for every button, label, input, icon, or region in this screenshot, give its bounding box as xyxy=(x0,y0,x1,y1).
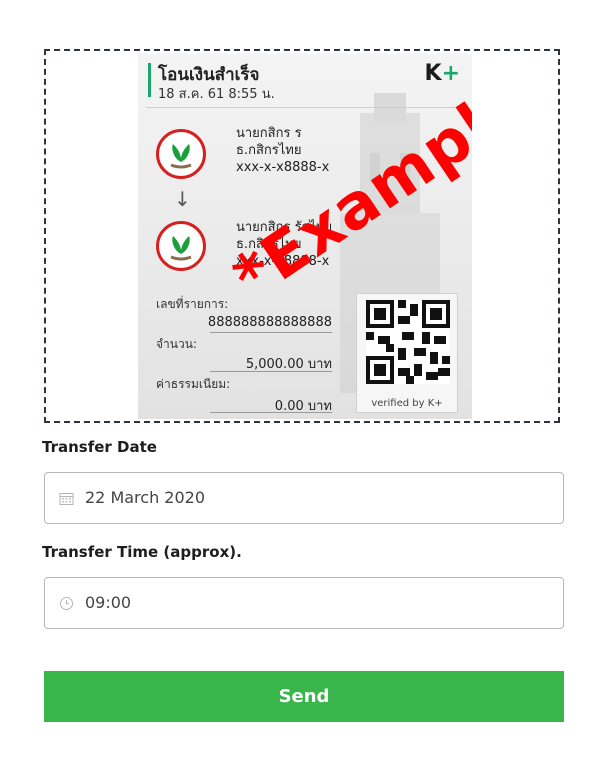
arrow-down-icon: ↓ xyxy=(174,187,191,211)
slip-datetime: 18 ส.ค. 61 8:55 น. xyxy=(158,87,275,102)
transfer-date-label: Transfer Date xyxy=(42,438,157,456)
sender-name: นายกสิกร ร xyxy=(236,126,302,141)
sender-bank: ธ.กสิกรไทย xyxy=(236,143,302,158)
kplus-logo-k: K xyxy=(424,61,442,86)
kplus-logo: K+ xyxy=(425,61,461,86)
transfer-time-label: Transfer Time (approx). xyxy=(42,543,242,561)
kasikorn-bank-icon xyxy=(156,221,206,271)
slip-divider xyxy=(146,107,464,108)
qr-caption: verified by K+ xyxy=(371,398,443,409)
qr-code-icon xyxy=(366,300,450,384)
kasikorn-bank-icon xyxy=(156,129,206,179)
send-button[interactable]: Send xyxy=(44,671,564,722)
sender-account-number: xxx-x-x8888-x xyxy=(236,160,330,175)
qr-code: verified by K+ xyxy=(356,293,458,413)
transfer-time-input[interactable]: 09:00 xyxy=(44,577,564,629)
reference-value: 888888888888888 xyxy=(207,315,332,330)
kplus-logo-plus: + xyxy=(441,61,460,86)
slip-accent-bar xyxy=(148,63,151,97)
amount-underline xyxy=(210,371,332,372)
transfer-date-input[interactable]: 22 March 2020 xyxy=(44,472,564,524)
amount-label: จำนวน: xyxy=(156,337,197,351)
example-slip-image: โอนเงินสำเร็จ 18 ส.ค. 61 8:55 น. K+ ↓ นา… xyxy=(138,53,472,419)
sender-account: นายกสิกร ร ธ.กสิกรไทย xxx-x-x8888-x xyxy=(236,125,329,176)
slip-upload-area[interactable]: โอนเงินสำเร็จ 18 ส.ค. 61 8:55 น. K+ ↓ นา… xyxy=(44,49,560,423)
reference-label: เลขที่รายการ: xyxy=(156,297,229,311)
transfer-time-value: 09:00 xyxy=(85,593,132,612)
fee-label: ค่าธรรมเนียม: xyxy=(156,377,231,391)
clock-icon xyxy=(60,597,73,610)
fee-underline xyxy=(210,412,332,413)
reference-underline xyxy=(210,332,332,333)
calendar-icon xyxy=(59,493,74,505)
transfer-date-value: 22 March 2020 xyxy=(85,488,206,507)
